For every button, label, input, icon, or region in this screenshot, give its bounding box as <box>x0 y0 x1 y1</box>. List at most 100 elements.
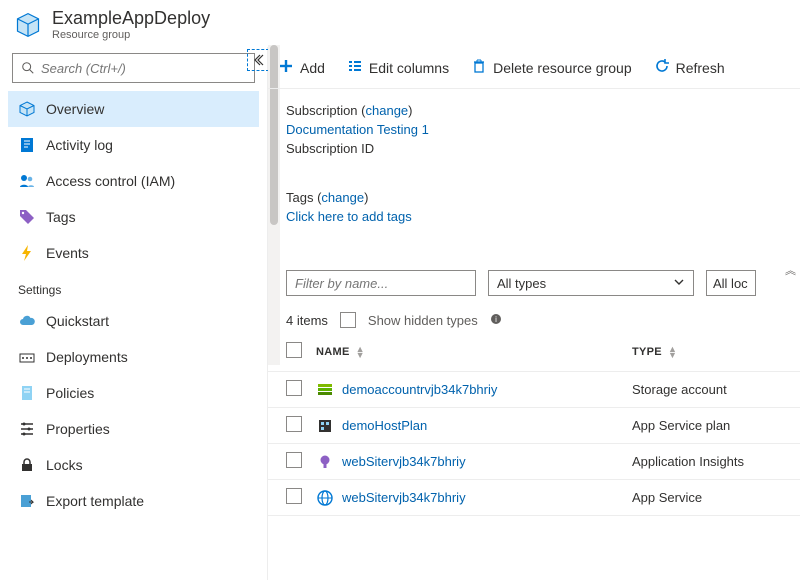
resource-name[interactable]: demoHostPlan <box>342 418 427 433</box>
show-hidden-checkbox[interactable] <box>340 312 356 328</box>
sort-icon[interactable]: ▲▼ <box>668 346 677 358</box>
add-tags-link[interactable]: Click here to add tags <box>286 209 412 224</box>
types-label: All types <box>497 276 546 291</box>
tag-icon <box>18 208 36 226</box>
lock-icon <box>18 456 36 474</box>
sidebar-item-policies[interactable]: Policies <box>8 375 259 411</box>
row-checkbox[interactable] <box>286 380 302 396</box>
subscription-name-link[interactable]: Documentation Testing 1 <box>286 122 429 137</box>
svg-text:i: i <box>495 315 497 324</box>
table-row[interactable]: webSitervjb34k7bhriy Application Insight… <box>268 444 800 480</box>
sidebar-search[interactable] <box>12 53 255 83</box>
sidebar-item-deployments[interactable]: Deployments <box>8 339 259 375</box>
locations-label: All loc <box>713 276 748 291</box>
toolbar-label: Refresh <box>676 60 725 76</box>
people-icon <box>18 172 36 190</box>
subscription-change-link[interactable]: change <box>366 103 409 118</box>
toolbar-label: Delete resource group <box>493 60 632 76</box>
export-icon <box>18 492 36 510</box>
refresh-button[interactable]: Refresh <box>654 58 725 77</box>
column-type[interactable]: TYPE <box>632 346 662 358</box>
page-subtitle: Resource group <box>52 29 210 41</box>
resource-name[interactable]: demoaccountrvjb34k7bhriy <box>342 382 497 397</box>
subscription-id-label: Subscription ID <box>286 141 374 156</box>
resource-type: App Service plan <box>632 418 782 433</box>
sidebar-item-label: Access control (IAM) <box>46 173 175 189</box>
trash-icon <box>471 58 487 77</box>
count-row: 4 items Show hidden types i <box>268 302 800 338</box>
sidebar-item-label: Deployments <box>46 349 128 365</box>
row-checkbox[interactable] <box>286 452 302 468</box>
sidebar-item-label: Policies <box>46 385 94 401</box>
page-header: ExampleAppDeploy Resource group <box>0 0 800 47</box>
select-all-checkbox[interactable] <box>286 342 302 358</box>
table-row[interactable]: demoaccountrvjb34k7bhriy Storage account <box>268 372 800 408</box>
toolbar-label: Add <box>300 60 325 76</box>
refresh-icon <box>654 58 670 77</box>
column-name[interactable]: NAME <box>316 346 350 358</box>
app-insights-icon <box>316 453 334 471</box>
show-hidden-label: Show hidden types <box>368 313 478 328</box>
tags-change-link[interactable]: change <box>321 190 364 205</box>
sidebar-item-label: Overview <box>46 101 104 117</box>
lightning-icon <box>18 244 36 262</box>
delete-button[interactable]: Delete resource group <box>471 58 632 77</box>
resource-name[interactable]: webSitervjb34k7bhriy <box>342 490 466 505</box>
sidebar-item-label: Export template <box>46 493 144 509</box>
sidebar-item-label: Locks <box>46 457 83 473</box>
filter-by-name-input[interactable] <box>286 270 476 296</box>
item-count: 4 items <box>286 313 328 328</box>
tags-label: Tags <box>286 190 313 205</box>
resource-type: App Service <box>632 490 782 505</box>
subscription-label: Subscription <box>286 103 358 118</box>
sidebar-item-label: Events <box>46 245 89 261</box>
info-block: Subscription (change) Documentation Test… <box>268 89 800 234</box>
resource-group-icon <box>14 11 42 39</box>
sidebar-item-label: Tags <box>46 209 76 225</box>
sidebar-item-quickstart[interactable]: Quickstart <box>8 303 259 339</box>
filter-bar: All types All loc <box>268 264 800 302</box>
properties-icon <box>18 420 36 438</box>
info-icon[interactable]: i <box>490 313 502 328</box>
plus-icon <box>278 58 294 77</box>
table-row[interactable]: webSitervjb34k7bhriy App Service <box>268 480 800 516</box>
storage-icon <box>316 381 334 399</box>
toolbar-label: Edit columns <box>369 60 449 76</box>
columns-icon <box>347 58 363 77</box>
table-header: NAME ▲▼ TYPE ▲▼ <box>268 338 800 372</box>
sidebar-item-activity-log[interactable]: Activity log <box>8 127 259 163</box>
table-row[interactable]: demoHostPlan App Service plan <box>268 408 800 444</box>
search-input[interactable] <box>41 61 246 76</box>
policy-icon <box>18 384 36 402</box>
sidebar-item-properties[interactable]: Properties <box>8 411 259 447</box>
sidebar-item-events[interactable]: Events <box>8 235 259 271</box>
deploy-icon <box>18 348 36 366</box>
add-button[interactable]: Add <box>278 58 325 77</box>
sidebar-item-locks[interactable]: Locks <box>8 447 259 483</box>
sidebar-item-access-control[interactable]: Access control (IAM) <box>8 163 259 199</box>
main-content: Add Edit columns Delete resource group R… <box>268 47 800 580</box>
toolbar: Add Edit columns Delete resource group R… <box>268 47 800 89</box>
types-dropdown[interactable]: All types <box>488 270 694 296</box>
sidebar-item-label: Properties <box>46 421 110 437</box>
locations-dropdown[interactable]: All loc <box>706 270 756 296</box>
row-checkbox[interactable] <box>286 416 302 432</box>
log-icon <box>18 136 36 154</box>
sidebar-item-tags[interactable]: Tags <box>8 199 259 235</box>
cloud-icon <box>18 312 36 330</box>
resource-type: Storage account <box>632 382 782 397</box>
sidebar-item-label: Activity log <box>46 137 113 153</box>
sidebar-item-overview[interactable]: Overview <box>8 91 259 127</box>
sidebar-item-export-template[interactable]: Export template <box>8 483 259 519</box>
expand-collapse-icon[interactable]: ︽ <box>785 262 796 278</box>
resource-name[interactable]: webSitervjb34k7bhriy <box>342 454 466 469</box>
app-service-plan-icon <box>316 417 334 435</box>
sort-icon[interactable]: ▲▼ <box>356 346 365 358</box>
page-title: ExampleAppDeploy <box>52 8 210 29</box>
row-checkbox[interactable] <box>286 488 302 504</box>
edit-columns-button[interactable]: Edit columns <box>347 58 449 77</box>
resource-type: Application Insights <box>632 454 782 469</box>
app-service-icon <box>316 489 334 507</box>
collapse-sidebar-button[interactable] <box>247 49 269 71</box>
sidebar: Overview Activity log Access control (IA… <box>0 47 268 580</box>
